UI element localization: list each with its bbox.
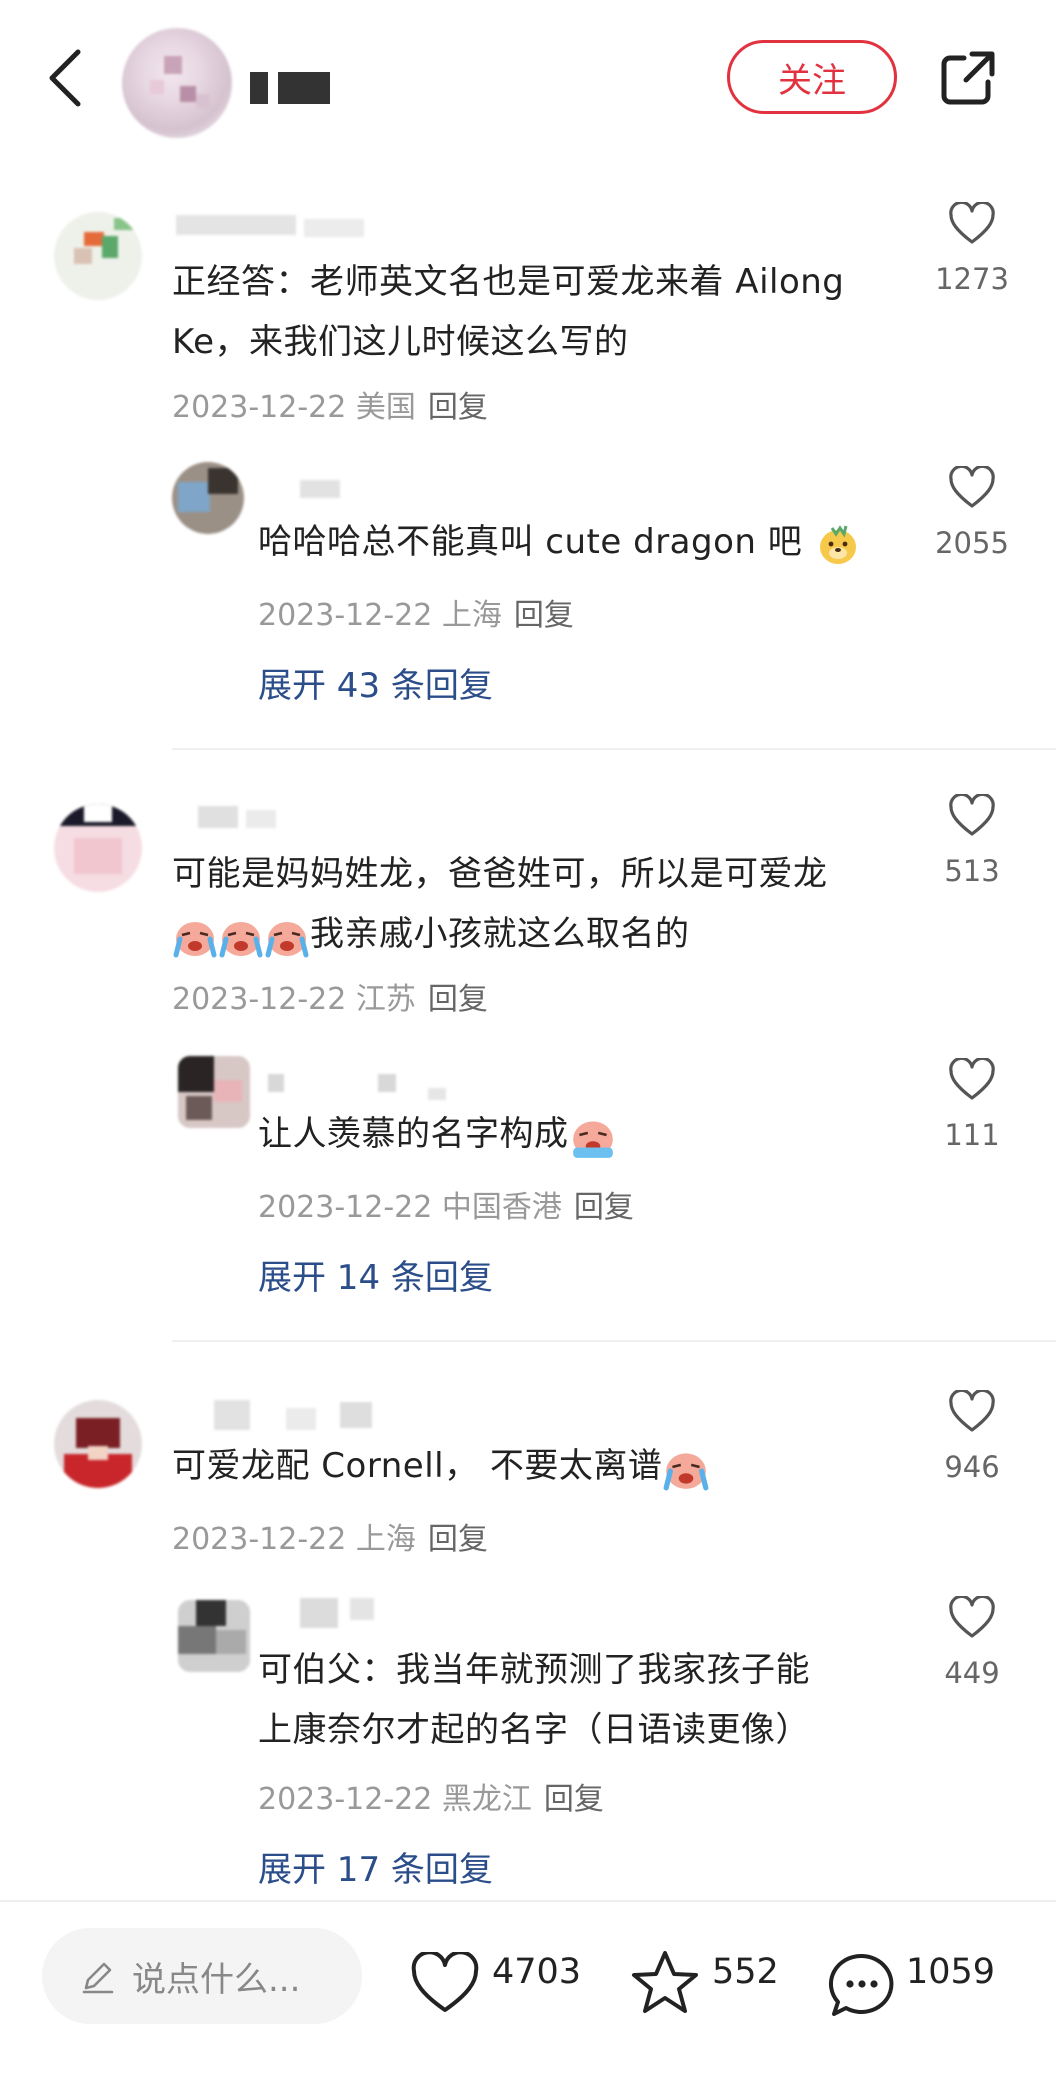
expand-replies-button[interactable]: 展开 14 条回复 xyxy=(258,1250,493,1299)
back-icon[interactable] xyxy=(44,48,88,108)
heart-icon[interactable] xyxy=(948,1596,996,1640)
crying-emoji-icon xyxy=(219,921,263,957)
heart-icon[interactable] xyxy=(948,794,996,838)
username[interactable] xyxy=(178,1400,408,1430)
reply-text: 让人羡慕的名字构成 xyxy=(258,1104,617,1164)
like-count: 1273 xyxy=(935,262,1009,296)
input-placeholder: 说点什么... xyxy=(132,1959,301,2000)
avatar[interactable] xyxy=(178,1600,250,1672)
heart-icon[interactable] xyxy=(948,202,996,246)
username[interactable] xyxy=(198,806,298,832)
star-icon[interactable] xyxy=(630,1948,700,2018)
like-count: 513 xyxy=(944,854,1000,888)
crying-emoji-icon xyxy=(572,1120,613,1158)
share-icon[interactable] xyxy=(938,48,998,108)
reply-button[interactable]: 回复 xyxy=(428,390,488,425)
username[interactable] xyxy=(268,1072,458,1100)
avatar[interactable] xyxy=(54,1400,142,1488)
divider xyxy=(172,748,1056,750)
favorites-count: 552 xyxy=(712,1952,779,1992)
like-count: 2055 xyxy=(935,526,1009,560)
comment-input[interactable]: 说点什么... xyxy=(42,1928,362,2024)
username[interactable] xyxy=(300,1598,440,1628)
heart-icon[interactable] xyxy=(948,1058,996,1102)
like-count: 449 xyxy=(944,1656,1000,1690)
comment-meta: 2023-12-22 江苏 回复 xyxy=(172,982,488,1017)
username[interactable] xyxy=(300,478,380,504)
reply-meta: 2023-12-22 中国香港 回复 xyxy=(258,1190,634,1225)
avatar[interactable] xyxy=(172,462,244,534)
avatar[interactable] xyxy=(178,1056,250,1128)
comment-meta: 2023-12-22 上海 回复 xyxy=(172,1522,488,1557)
reply-button[interactable]: 回复 xyxy=(428,982,488,1017)
reply-meta: 2023-12-22 上海 回复 xyxy=(258,598,574,633)
heart-icon[interactable] xyxy=(948,1390,996,1434)
reply-button[interactable]: 回复 xyxy=(514,598,574,633)
comments-count: 1059 xyxy=(906,1952,996,1992)
dog-emoji-icon xyxy=(819,524,856,564)
reply-text: 哈哈哈总不能真叫 cute dragon 吧 xyxy=(258,512,862,572)
comment-text: 正经答：老师英文名也是可爱龙来着 Ailong Ke，来我们这儿时候这么写的 xyxy=(172,262,845,362)
avatar[interactable] xyxy=(54,212,142,300)
reply-text: 可伯父：我当年就预测了我家孩子能 上康奈尔才起的名字（日语读更像） xyxy=(258,1650,810,1750)
expand-replies-button[interactable]: 展开 43 条回复 xyxy=(258,658,493,707)
heart-icon[interactable] xyxy=(948,466,996,510)
reply-button[interactable]: 回复 xyxy=(428,1522,488,1557)
like-count: 946 xyxy=(944,1450,1000,1484)
avatar[interactable] xyxy=(54,804,142,892)
follow-button[interactable]: 关注 xyxy=(727,40,897,114)
author-name[interactable] xyxy=(250,72,340,106)
expand-replies-button[interactable]: 展开 17 条回复 xyxy=(258,1842,493,1891)
likes-count: 4703 xyxy=(492,1952,582,1992)
reply-meta: 2023-12-22 黑龙江 回复 xyxy=(258,1782,604,1817)
comment-icon[interactable] xyxy=(826,1950,898,2020)
crying-emoji-icon xyxy=(173,921,217,957)
username[interactable] xyxy=(176,215,406,241)
author-avatar[interactable] xyxy=(122,28,232,138)
heart-icon[interactable] xyxy=(410,1952,480,2016)
reply-button[interactable]: 回复 xyxy=(544,1782,604,1817)
comment-text: 可爱龙配 Cornell， 不要太离谱 xyxy=(172,1436,710,1496)
pencil-icon xyxy=(82,1962,114,1994)
like-count: 111 xyxy=(944,1118,1000,1152)
divider xyxy=(172,1340,1056,1342)
comment-text: 可能是妈妈姓龙，爸爸姓可，所以是可爱龙 我亲戚小孩就这么取名的 xyxy=(172,844,828,964)
crying-emoji-icon xyxy=(265,921,309,957)
comment-meta: 2023-12-22 美国 回复 xyxy=(172,390,488,425)
reply-button[interactable]: 回复 xyxy=(574,1190,634,1225)
follow-label: 关注 xyxy=(778,60,846,101)
crying-emoji-icon xyxy=(663,1452,709,1490)
